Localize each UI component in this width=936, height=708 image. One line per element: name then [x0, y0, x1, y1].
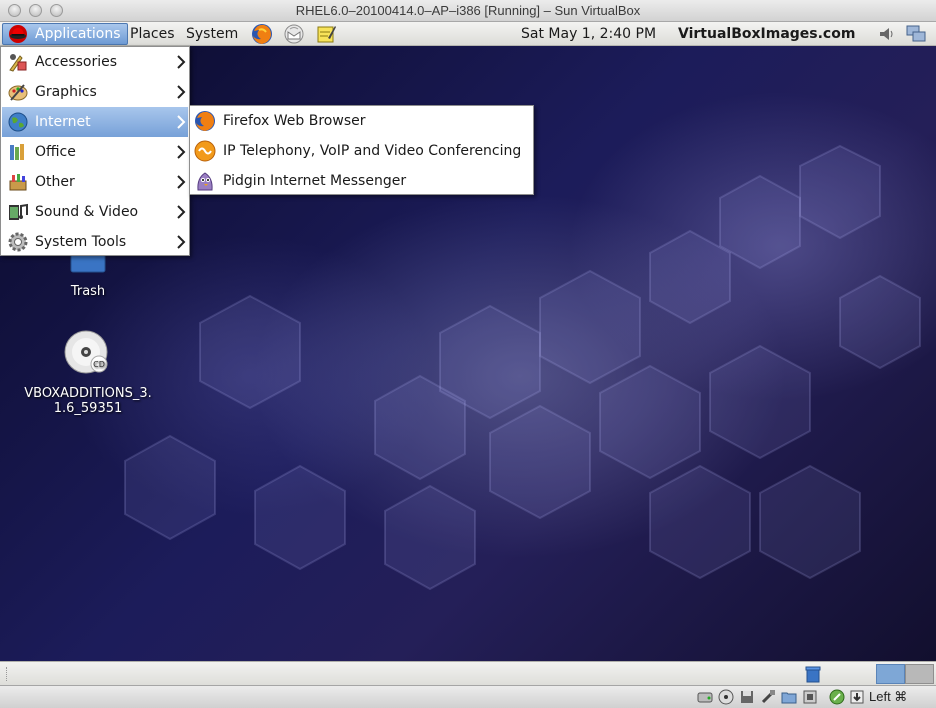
top-panel: Applications Places System Sat May 1, 2:…: [0, 22, 936, 46]
floppy-icon[interactable]: [739, 689, 755, 705]
workspace-1-button[interactable]: [876, 664, 905, 684]
trash-applet-icon[interactable]: [804, 665, 822, 683]
sound-video-icon: [9, 203, 28, 220]
workspace-2-button[interactable]: [905, 664, 934, 684]
ekiga-icon: [194, 140, 216, 162]
window-title: RHEL6.0–20100414.0–AP–i386 [Running] – S…: [295, 3, 641, 18]
chevron-right-icon: [177, 175, 186, 189]
desktop-icon-vboxadditions[interactable]: CD VBOXADDITIONS_3. 1.6_59351: [18, 330, 158, 416]
applications-menu: Accessories Graphics Internet Office Oth…: [0, 46, 190, 256]
menu-item-firefox[interactable]: Firefox Web Browser: [191, 106, 532, 136]
firefox-icon: [195, 111, 215, 131]
menu-item-ekiga[interactable]: IP Telephony, VoIP and Video Conferencin…: [191, 136, 532, 166]
internet-globe-icon: [8, 112, 28, 132]
network-icon[interactable]: [906, 24, 926, 44]
internet-submenu: Firefox Web Browser IP Telephony, VoIP a…: [189, 105, 534, 195]
network-adapter-icon[interactable]: [802, 689, 818, 705]
usb-icon[interactable]: [760, 689, 776, 705]
chevron-right-icon: [177, 235, 186, 249]
evolution-mail-icon[interactable]: [283, 23, 305, 45]
notes-editor-icon[interactable]: [315, 23, 337, 45]
menu-item-pidgin[interactable]: Pidgin Internet Messenger: [191, 166, 532, 196]
chevron-right-icon: [177, 205, 186, 219]
shared-folder-icon[interactable]: [781, 689, 797, 705]
pidgin-icon: [197, 172, 213, 191]
chevron-right-icon: [177, 55, 186, 69]
office-icon: [10, 144, 24, 160]
places-menu-button[interactable]: Places: [124, 23, 181, 45]
accessories-icon: [9, 54, 27, 72]
chevron-right-icon: [177, 85, 186, 99]
keyboard-capture-icon[interactable]: [849, 689, 865, 705]
hard-disk-icon[interactable]: [697, 689, 713, 705]
menu-item-other[interactable]: Other: [2, 167, 188, 197]
other-icon: [9, 174, 27, 191]
panel-clock[interactable]: Sat May 1, 2:40 PM: [521, 23, 656, 45]
panel-handle[interactable]: [6, 667, 10, 681]
redhat-logo-icon: [9, 25, 27, 43]
virtualbox-status-bar: Left ⌘: [0, 685, 936, 708]
host-key-label: Left ⌘: [869, 689, 908, 704]
vboxadditions-label-line1: VBOXADDITIONS_3.: [24, 386, 152, 401]
system-menu-button[interactable]: System: [180, 23, 244, 45]
window-title-bar[interactable]: RHEL6.0–20100414.0–AP–i386 [Running] – S…: [0, 0, 936, 22]
applications-menu-label: Applications: [35, 26, 121, 42]
system-tools-icon: [8, 232, 28, 252]
graphics-icon: [8, 84, 28, 101]
website-label: VirtualBoxImages.com: [678, 26, 856, 42]
chevron-right-icon: [177, 145, 186, 159]
chevron-right-icon: [177, 115, 186, 129]
firefox-icon[interactable]: [251, 23, 273, 45]
trash-label: Trash: [70, 284, 106, 299]
menu-item-system-tools[interactable]: System Tools: [2, 227, 188, 257]
vboxadditions-label-line2: 1.6_59351: [53, 401, 123, 416]
volume-icon[interactable]: [877, 24, 897, 44]
applications-menu-button[interactable]: Applications: [2, 23, 128, 45]
menu-item-office[interactable]: Office: [2, 137, 188, 167]
cd-icon: CD: [64, 330, 108, 374]
mouse-integration-icon[interactable]: [829, 689, 845, 705]
menu-item-internet[interactable]: Internet: [2, 107, 188, 137]
cd-badge: CD: [93, 360, 105, 369]
menu-item-graphics[interactable]: Graphics: [2, 77, 188, 107]
cd-drive-icon[interactable]: [718, 689, 734, 705]
bottom-panel: [0, 661, 936, 685]
menu-item-accessories[interactable]: Accessories: [2, 47, 188, 77]
menu-item-sound-video[interactable]: Sound & Video: [2, 197, 188, 227]
